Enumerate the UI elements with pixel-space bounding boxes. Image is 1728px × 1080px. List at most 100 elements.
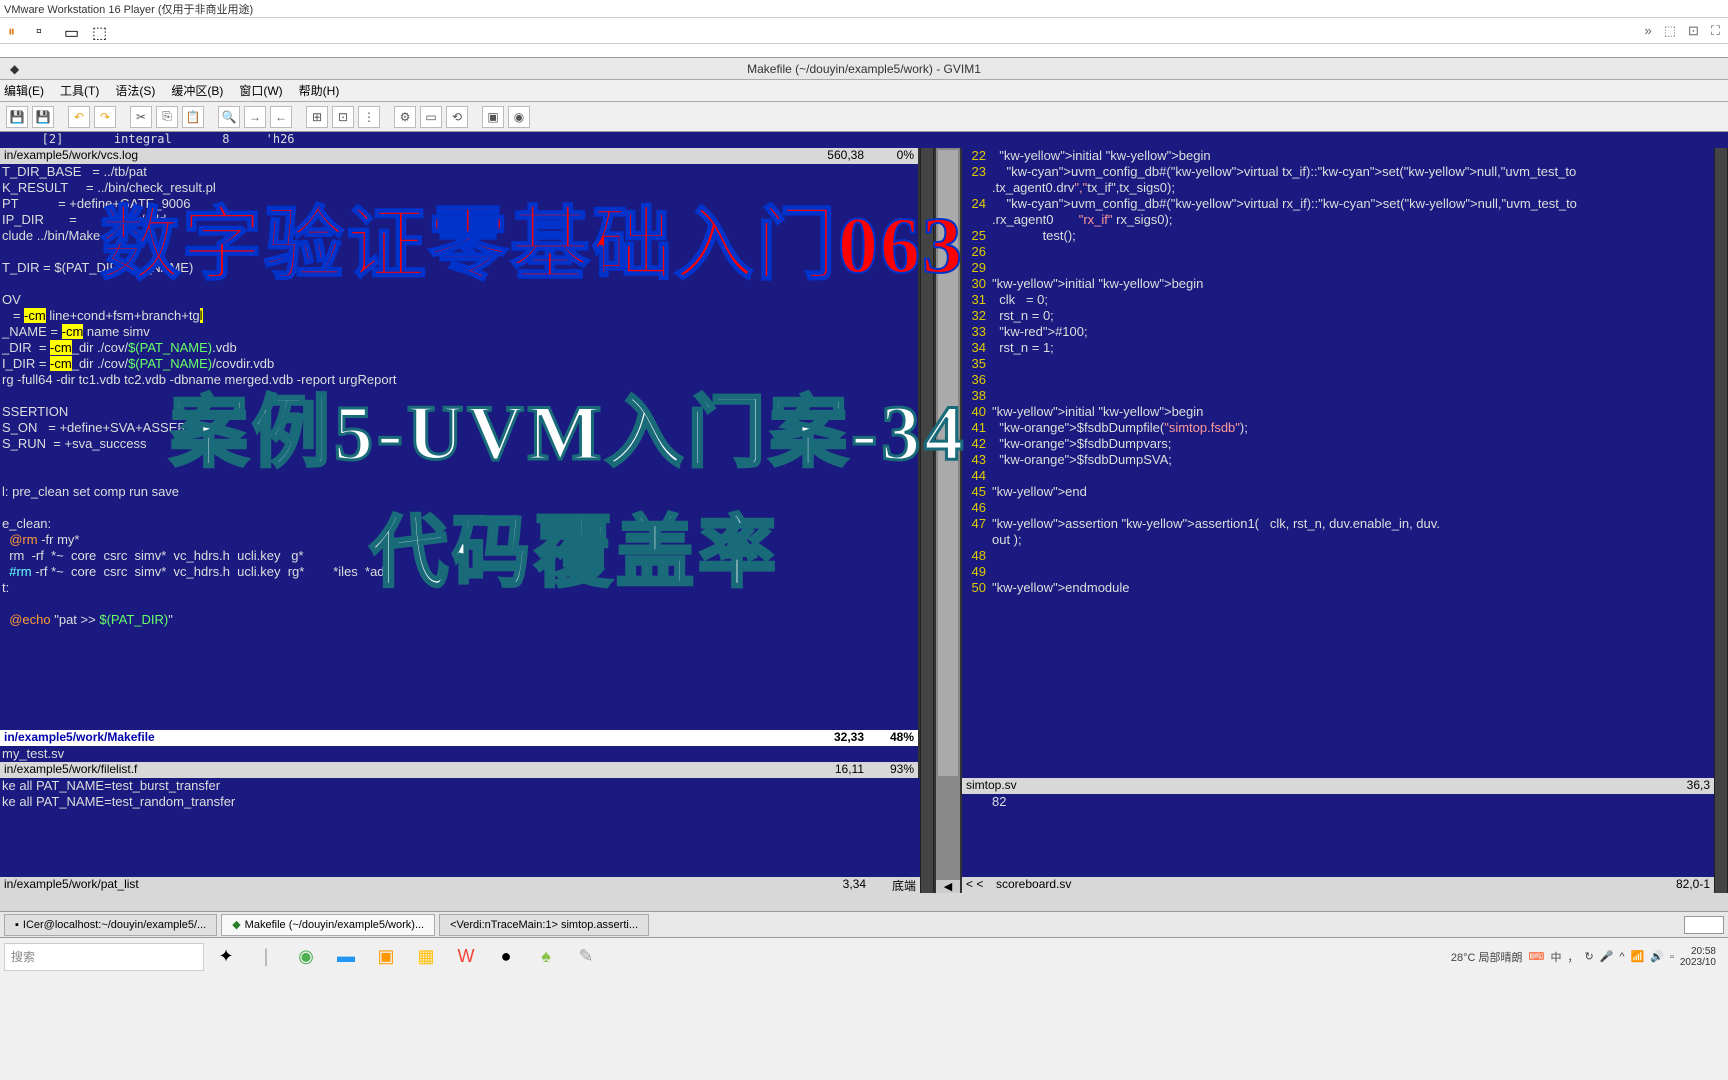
code-line[interactable]: 26	[962, 244, 1714, 260]
menu-syntax[interactable]: 语法(S)	[115, 82, 155, 99]
vm-icon-1[interactable]: ▫	[36, 23, 52, 39]
code-line[interactable]: 38	[962, 388, 1714, 404]
vm-right-icon-4[interactable]: ⛶	[1711, 23, 1720, 39]
app-1[interactable]: ✦	[208, 942, 244, 972]
code-line[interactable]: 41 "kw-orange">$fsdbDumpfile("simtop.fsd…	[962, 420, 1714, 436]
code-line[interactable]: 45"kw-yellow">end	[962, 484, 1714, 500]
vm-right-icon-1[interactable]: »	[1644, 23, 1651, 39]
code-line[interactable]: .tx_agent0.drv","tx_if",tx_sigs0);	[962, 180, 1714, 196]
code-line[interactable]: 40"kw-yellow">initial "kw-yellow">begin	[962, 404, 1714, 420]
weather-text[interactable]: 28°C 局部晴朗	[1451, 949, 1523, 965]
code-line[interactable]: 49	[962, 564, 1714, 580]
gvim-cmdline[interactable]	[0, 893, 1728, 911]
menu-help[interactable]: 帮助(H)	[299, 82, 340, 99]
app-8[interactable]: ✎	[568, 942, 604, 972]
code-line[interactable]: 30"kw-yellow">initial "kw-yellow">begin	[962, 276, 1714, 292]
menu-tools[interactable]: 工具(T)	[60, 82, 99, 99]
code-line[interactable]: out );	[962, 532, 1714, 548]
code-line[interactable]: 43 "kw-orange">$fsdbDumpSVA;	[962, 452, 1714, 468]
code-line[interactable]: 29	[962, 260, 1714, 276]
tb-icon-g[interactable]: ▣	[482, 106, 504, 128]
task-terminal[interactable]: ▪ ICer@localhost:~/douyin/example5/...	[4, 914, 217, 936]
app-7[interactable]: ♠	[528, 942, 564, 972]
saveall-icon[interactable]: 💾	[32, 106, 54, 128]
menu-window[interactable]: 窗口(W)	[239, 82, 282, 99]
code-line[interactable]: 35	[962, 356, 1714, 372]
code-line[interactable]: 42 "kw-orange">$fsdbDumpvars;	[962, 436, 1714, 452]
app-files[interactable]: ▬	[328, 942, 364, 972]
app-6[interactable]: ●	[488, 942, 524, 972]
code-line[interactable]: 32 rst_n = 0;	[962, 308, 1714, 324]
code-line[interactable]: 46	[962, 500, 1714, 516]
undo-icon[interactable]: ↶	[68, 106, 90, 128]
save-icon[interactable]: 💾	[6, 106, 28, 128]
code-line[interactable]: 31 clk = 0;	[962, 292, 1714, 308]
code-line[interactable]: 34 rst_n = 1;	[962, 340, 1714, 356]
cut-icon[interactable]: ✂	[130, 106, 152, 128]
code-line[interactable]: 25 test();	[962, 228, 1714, 244]
code-line[interactable]: ke all PAT_NAME=test_random_transfer	[0, 794, 920, 810]
code-line[interactable]: 44	[962, 468, 1714, 484]
code-line[interactable]: 82	[962, 794, 1714, 810]
code-line[interactable]: ke all PAT_NAME=test_burst_transfer	[0, 778, 920, 794]
tray-vol[interactable]: 🔊	[1650, 950, 1664, 963]
copy-icon[interactable]: ⎘	[156, 106, 178, 128]
tb-icon-e[interactable]: ▭	[420, 106, 442, 128]
tray-lang[interactable]: 中	[1550, 949, 1561, 965]
code-line[interactable]: 50"kw-yellow">endmodule	[962, 580, 1714, 596]
tray-more[interactable]: ▫	[1670, 951, 1674, 963]
tb-icon-c[interactable]: ⋮	[358, 106, 380, 128]
findnext-icon[interactable]: →	[244, 106, 266, 128]
clock-date[interactable]: 2023/10	[1680, 957, 1716, 968]
tb-icon-h[interactable]: ◉	[508, 106, 530, 128]
tb-icon-a[interactable]: ⊞	[306, 106, 328, 128]
clock-time[interactable]: 20:58	[1680, 946, 1716, 957]
tray-up[interactable]: ^	[1619, 951, 1624, 963]
menu-edit[interactable]: 编辑(E)	[4, 82, 44, 99]
vm-right-icon-2[interactable]: ⬚	[1664, 23, 1676, 39]
right-panel[interactable]: 22 "kw-yellow">initial "kw-yellow">begin…	[962, 148, 1714, 778]
app-wps[interactable]: W	[448, 942, 484, 972]
tb-icon-f[interactable]: ⟲	[446, 106, 468, 128]
bottom-divider[interactable]: ◀	[934, 778, 962, 893]
code-line[interactable]: T_DIR_BASE = ../tb/pat	[0, 164, 918, 180]
code-line[interactable]: _DIR = -cm_dir ./cov/$(PAT_NAME).vdb	[0, 340, 918, 356]
code-line[interactable]: 36	[962, 372, 1714, 388]
tray-punct[interactable]: ，	[1567, 949, 1578, 965]
vm-icon-3[interactable]: ⬚	[92, 23, 108, 39]
find-icon[interactable]: 🔍	[218, 106, 240, 128]
bottom-right-scrollbar[interactable]	[1714, 778, 1728, 893]
right-scrollbar[interactable]	[1714, 148, 1728, 778]
redo-icon[interactable]: ↷	[94, 106, 116, 128]
app-vmware[interactable]: ▣	[368, 942, 404, 972]
code-line[interactable]: 33 "kw-red">#100;	[962, 324, 1714, 340]
app-4[interactable]: ▦	[408, 942, 444, 972]
pause-icon[interactable]: ⏸	[8, 23, 24, 39]
tray-input[interactable]	[1684, 916, 1724, 934]
vm-right-icon-3[interactable]: ⊡	[1688, 23, 1699, 39]
task-gvim[interactable]: ◆ Makefile (~/douyin/example5/work)...	[221, 914, 435, 936]
code-line[interactable]: 47"kw-yellow">assertion "kw-yellow">asse…	[962, 516, 1714, 532]
menu-buffers[interactable]: 缓冲区(B)	[171, 82, 223, 99]
task-verdi[interactable]: <Verdi:nTraceMain:1> simtop.asserti...	[439, 914, 649, 936]
search-input[interactable]: 搜索	[4, 943, 204, 971]
tray-ime[interactable]: ⌨	[1529, 950, 1545, 963]
tb-icon-b[interactable]: ⊡	[332, 106, 354, 128]
tray-mic[interactable]: 🎤	[1600, 950, 1614, 963]
tb-icon-d[interactable]: ⚙	[394, 106, 416, 128]
app-browser[interactable]: ◉	[288, 942, 324, 972]
findprev-icon[interactable]: ←	[270, 106, 292, 128]
code-line[interactable]: 23 "kw-cyan">uvm_config_db#("kw-yellow">…	[962, 164, 1714, 180]
code-line[interactable]: 22 "kw-yellow">initial "kw-yellow">begin	[962, 148, 1714, 164]
bottom-left-scrollbar[interactable]	[920, 778, 934, 893]
code-line[interactable]: 48	[962, 548, 1714, 564]
code-line[interactable]: my_test.sv	[0, 746, 918, 762]
code-line[interactable]: @echo "pat >> $(PAT_DIR)"	[0, 612, 918, 628]
code-line[interactable]: _NAME = -cm name simv	[0, 324, 918, 340]
code-line[interactable]: = -cm line+cond+fsm+branch+tgl	[0, 308, 918, 324]
code-line[interactable]: 24 "kw-cyan">uvm_config_db#("kw-yellow">…	[962, 196, 1714, 212]
paste-icon[interactable]: 📋	[182, 106, 204, 128]
code-line[interactable]: .rx_agent0 "rx_if" rx_sigs0);	[962, 212, 1714, 228]
tray-net[interactable]: 📶	[1631, 950, 1645, 963]
tray-sync[interactable]: ↻	[1584, 950, 1593, 963]
